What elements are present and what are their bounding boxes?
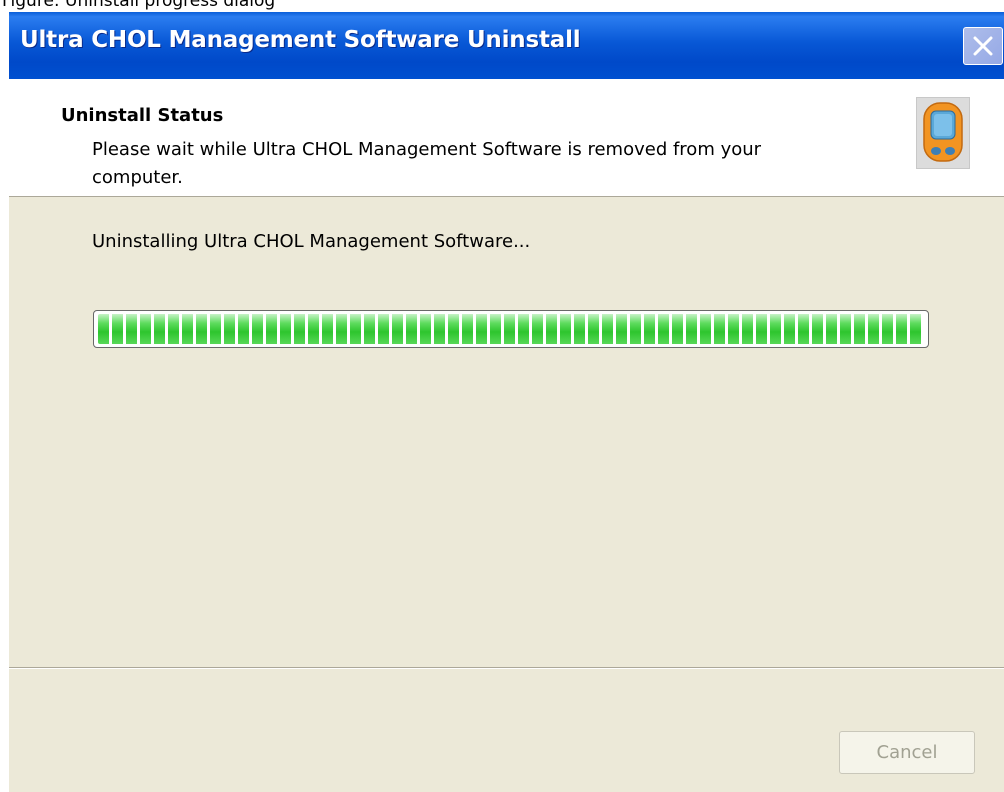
progress-bar xyxy=(93,310,929,348)
glucose-meter-icon xyxy=(916,97,970,169)
close-icon xyxy=(973,36,993,56)
top-caption-strip: Figure: Uninstall progress dialog xyxy=(0,0,1004,12)
header-panel: Uninstall Status Please wait while Ultra… xyxy=(9,79,1004,197)
footer-separator xyxy=(9,667,1004,669)
header-title: Uninstall Status xyxy=(61,105,224,126)
close-button[interactable] xyxy=(963,27,1003,65)
cancel-button[interactable]: Cancel xyxy=(839,731,975,774)
progress-bar-fill xyxy=(98,314,924,344)
progress-status-text: Uninstalling Ultra CHOL Management Softw… xyxy=(92,231,531,252)
uninstall-dialog: Ultra CHOL Management Software Uninstall… xyxy=(9,12,1004,792)
window-title: Ultra CHOL Management Software Uninstall xyxy=(20,27,581,53)
title-bar[interactable]: Ultra CHOL Management Software Uninstall xyxy=(9,12,1004,79)
top-caption-text: Figure: Uninstall progress dialog xyxy=(2,0,276,11)
header-description: Please wait while Ultra CHOL Management … xyxy=(92,139,762,188)
